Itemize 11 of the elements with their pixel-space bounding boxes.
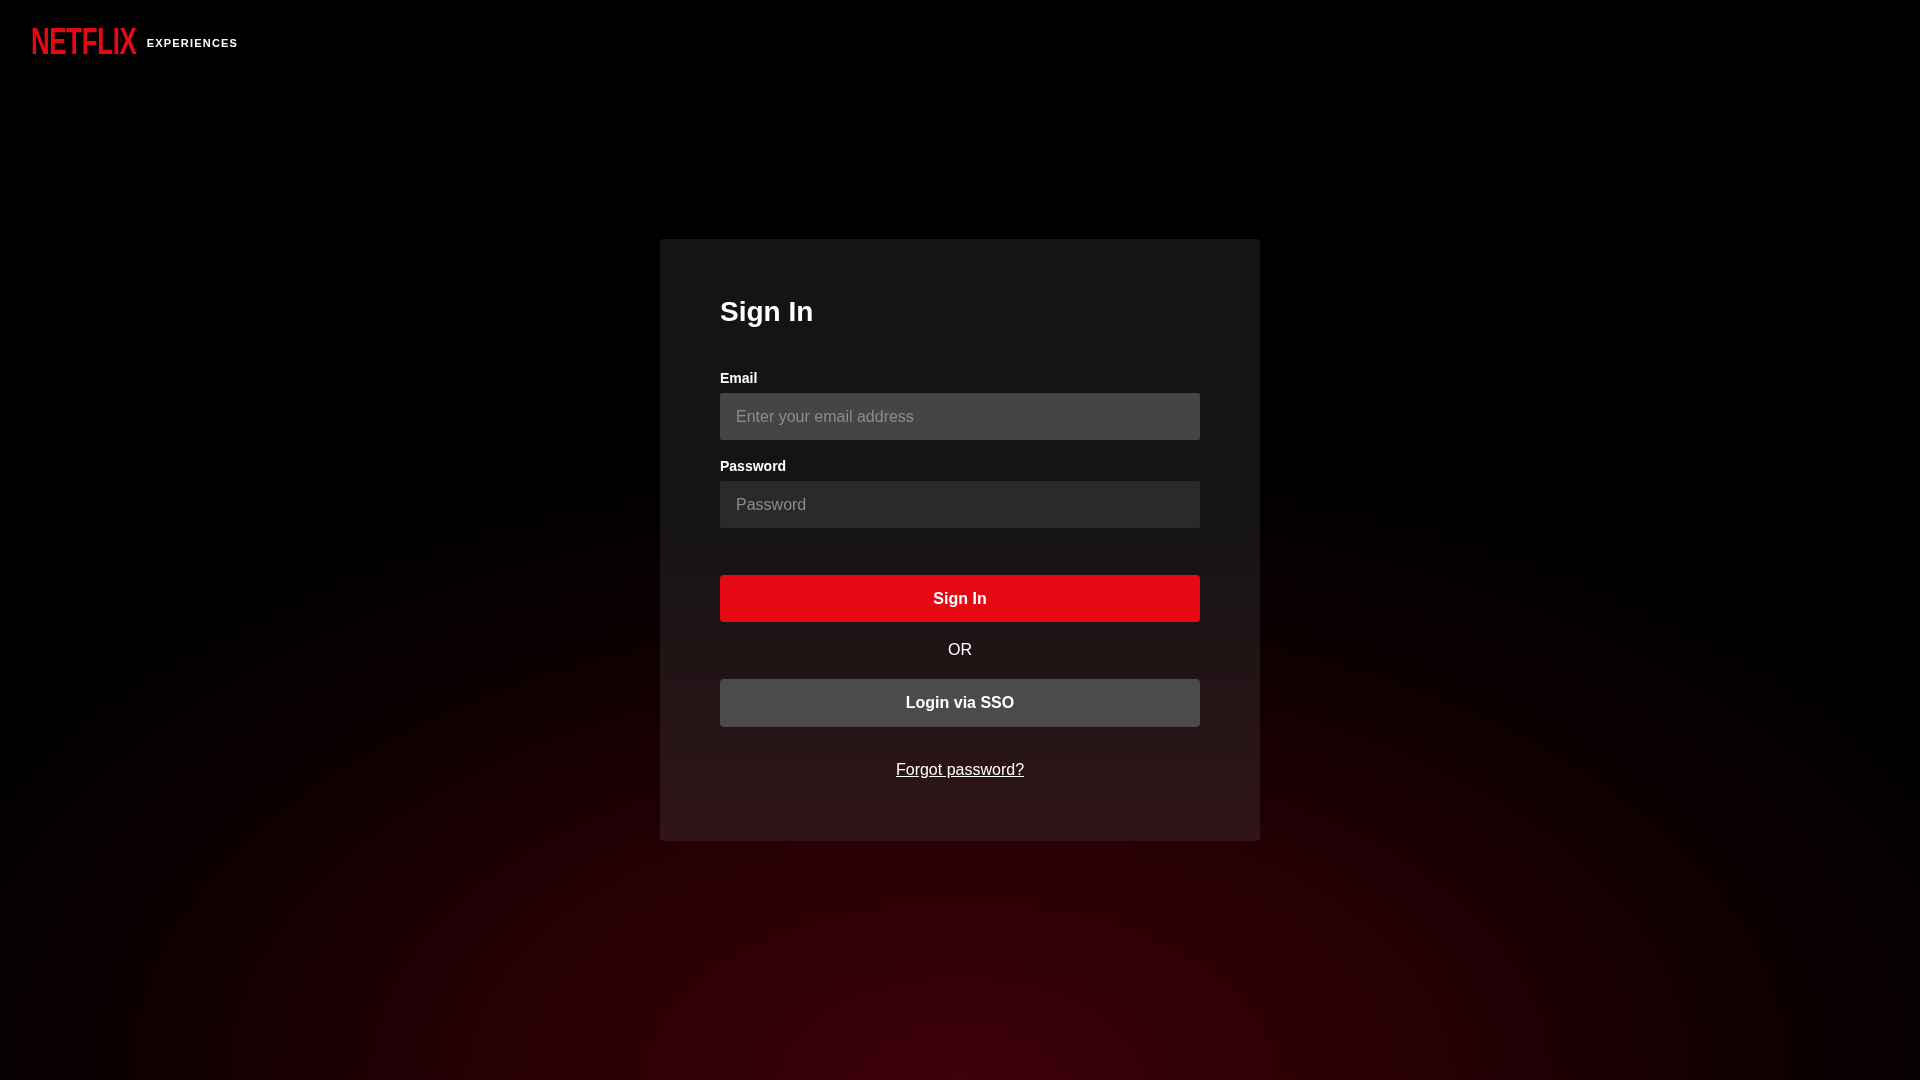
form-title: Sign In [720, 295, 815, 329]
sign-in-button[interactable]: Sign In [720, 575, 1200, 622]
logo-subtitle: EXPERIENCES [146, 37, 239, 49]
email-field[interactable]: Enter your email address [720, 393, 1200, 440]
forgot-password-link[interactable]: Forgot password? [895, 760, 1025, 780]
email-label: Email [720, 369, 758, 387]
separator-text: OR [948, 640, 972, 660]
password-field[interactable]: Password [720, 481, 1200, 528]
sso-login-button[interactable]: Login via SSO [720, 679, 1200, 727]
logo-text: NETFLIX [31, 25, 137, 59]
password-label: Password [720, 457, 787, 475]
